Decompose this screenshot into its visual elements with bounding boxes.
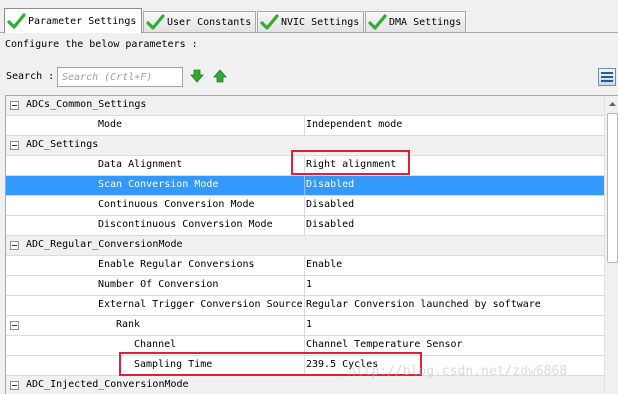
collapse-icon[interactable] xyxy=(10,241,19,250)
list-view-icon xyxy=(601,72,613,82)
param-name: Data Alignment xyxy=(98,159,183,170)
vertical-scrollbar[interactable] xyxy=(604,96,618,394)
tab-label: DMA Settings xyxy=(389,16,462,28)
description-text: Configure the below parameters : xyxy=(5,39,198,50)
param-row-discontinuous-conversion-mode[interactable]: Discontinuous Conversion Mode Disabled xyxy=(6,216,604,236)
scroll-up-icon[interactable] xyxy=(606,97,618,112)
tab-dma-settings[interactable]: DMA Settings xyxy=(365,11,466,32)
param-name: Scan Conversion Mode xyxy=(98,179,219,190)
collapse-icon[interactable] xyxy=(10,101,19,110)
param-value[interactable]: 1 xyxy=(306,279,312,290)
tab-label: User Constants xyxy=(167,16,252,28)
group-label: ADC_Injected_ConversionMode xyxy=(26,379,189,390)
param-value[interactable]: Disabled xyxy=(306,179,354,190)
param-value[interactable]: Disabled xyxy=(306,199,354,210)
param-row-channel[interactable]: Channel Channel Temperature Sensor xyxy=(6,336,604,356)
param-name: Rank xyxy=(116,319,141,330)
search-label: Search : xyxy=(6,71,55,82)
param-name: Enable Regular Conversions xyxy=(98,259,255,270)
param-name: Mode xyxy=(98,119,123,130)
param-row-mode[interactable]: Mode Independent mode xyxy=(6,116,604,136)
param-name: Discontinuous Conversion Mode xyxy=(98,219,273,230)
param-row-rank[interactable]: Rank 1 xyxy=(6,316,604,336)
param-value[interactable]: Disabled xyxy=(306,219,354,230)
search-input[interactable] xyxy=(57,67,183,87)
check-icon xyxy=(368,13,387,30)
group-label: ADC_Settings xyxy=(26,139,99,150)
check-icon xyxy=(260,13,279,30)
param-value[interactable]: Independent mode xyxy=(306,119,402,130)
param-name: Sampling Time xyxy=(134,359,213,370)
param-name: Continuous Conversion Mode xyxy=(98,199,255,210)
collapse-icon[interactable] xyxy=(10,381,19,390)
collapse-icon[interactable] xyxy=(10,141,19,150)
tab-user-constants[interactable]: User Constants xyxy=(143,11,256,32)
param-row-data-alignment[interactable]: Data Alignment Right alignment xyxy=(6,156,604,176)
param-name: Channel xyxy=(134,339,177,350)
param-name: External Trigger Conversion Source xyxy=(98,299,303,310)
group-row-adc-injected[interactable]: ADC_Injected_ConversionMode xyxy=(6,376,604,394)
collapse-icon[interactable] xyxy=(10,321,19,330)
tab-bar: Parameter Settings User Constants NVIC S… xyxy=(0,0,618,33)
group-row-adc-settings[interactable]: ADC_Settings xyxy=(6,136,604,156)
param-value[interactable]: Channel Temperature Sensor xyxy=(306,339,463,350)
param-row-continuous-conversion-mode[interactable]: Continuous Conversion Mode Disabled xyxy=(6,196,604,216)
arrow-down-icon[interactable] xyxy=(190,69,204,83)
param-row-sampling-time[interactable]: Sampling Time 239.5 Cycles xyxy=(6,356,604,376)
group-row-adcs-common[interactable]: ADCs_Common_Settings xyxy=(6,96,604,116)
param-name: Number Of Conversion xyxy=(98,279,219,290)
param-value[interactable]: 1 xyxy=(306,319,312,330)
arrow-up-icon[interactable] xyxy=(213,69,227,83)
list-view-button[interactable] xyxy=(598,68,616,86)
tab-label: Parameter Settings xyxy=(28,15,137,27)
tab-label: NVIC Settings xyxy=(281,16,360,28)
param-value[interactable]: Right alignment xyxy=(306,159,396,170)
param-value[interactable]: Enable xyxy=(306,259,342,270)
tab-parameter-settings[interactable]: Parameter Settings xyxy=(4,8,142,33)
param-value[interactable]: Regular Conversion launched by software xyxy=(306,299,541,310)
param-row-number-of-conversion[interactable]: Number Of Conversion 1 xyxy=(6,276,604,296)
param-value[interactable]: 239.5 Cycles xyxy=(306,359,378,370)
param-row-enable-regular-conversions[interactable]: Enable Regular Conversions Enable xyxy=(6,256,604,276)
group-label: ADCs_Common_Settings xyxy=(26,99,147,110)
check-icon xyxy=(7,12,26,29)
group-label: ADC_Regular_ConversionMode xyxy=(26,239,183,250)
tab-nvic-settings[interactable]: NVIC Settings xyxy=(257,11,364,32)
param-row-scan-conversion-mode[interactable]: Scan Conversion Mode Disabled xyxy=(6,176,604,196)
check-icon xyxy=(146,13,165,30)
parameter-grid: ADCs_Common_Settings Mode Independent mo… xyxy=(5,95,618,394)
param-row-external-trigger-source[interactable]: External Trigger Conversion Source Regul… xyxy=(6,296,604,316)
scrollbar-thumb[interactable] xyxy=(607,113,618,263)
group-row-adc-regular[interactable]: ADC_Regular_ConversionMode xyxy=(6,236,604,256)
